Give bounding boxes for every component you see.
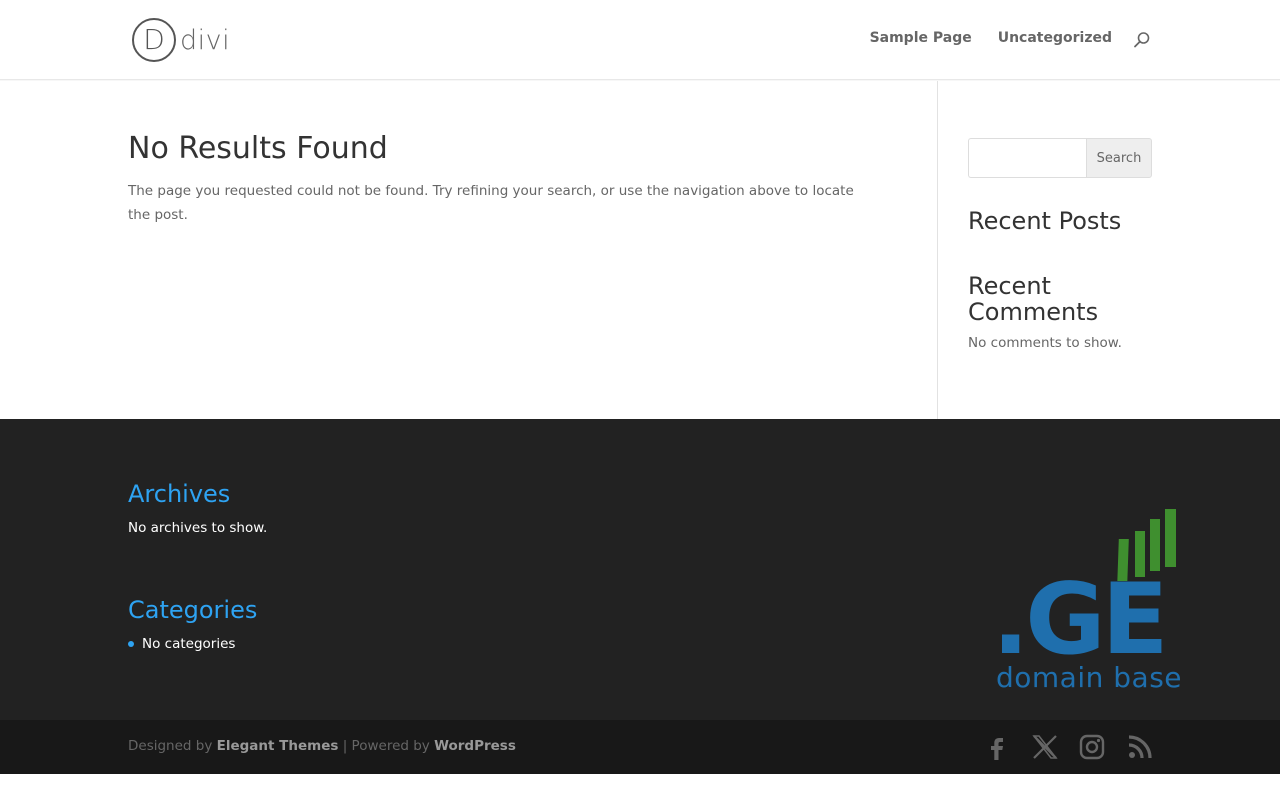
- logo-mark: D: [132, 18, 176, 62]
- logo-text: divi: [180, 24, 231, 56]
- categories-item-text: No categories: [142, 636, 236, 652]
- main-area: No Results Found The page you requested …: [0, 81, 1280, 419]
- search-icon[interactable]: [1133, 31, 1151, 49]
- nav-item-uncategorized[interactable]: Uncategorized: [998, 30, 1112, 46]
- nav-item-sample-page[interactable]: Sample Page: [870, 30, 972, 46]
- designed-by-text: Designed by: [128, 738, 217, 754]
- sidebar-search: Search: [968, 138, 1152, 178]
- rss-icon[interactable]: [1126, 733, 1154, 761]
- categories-list-item: No categories: [128, 636, 235, 652]
- instagram-icon[interactable]: [1078, 733, 1106, 761]
- bullet-icon: [128, 641, 134, 647]
- recent-comments-title: Recent Comments: [968, 272, 1099, 326]
- archives-title: Archives: [128, 480, 231, 508]
- site-header: D divi Sample Page Uncategorized: [0, 0, 1280, 80]
- page-title: No Results Found: [128, 131, 388, 166]
- brand-text: domain base: [996, 661, 1183, 694]
- recent-comments-text: No comments to show.: [968, 335, 1122, 351]
- sidebar-search-input[interactable]: [968, 138, 1086, 178]
- sidebar-divider: [937, 81, 938, 419]
- elegant-themes-link[interactable]: Elegant Themes: [217, 738, 339, 754]
- powered-by-text: | Powered by: [338, 738, 435, 754]
- categories-title: Categories: [128, 596, 258, 624]
- sidebar: Search Recent Posts Recent Comments No c…: [968, 138, 1152, 351]
- footer-widgets: Archives No archives to show. Categories…: [0, 419, 1280, 720]
- footer-bottom-bar: Designed by Elegant Themes | Powered by …: [0, 720, 1280, 774]
- facebook-icon[interactable]: [983, 733, 1011, 761]
- sidebar-search-button[interactable]: Search: [1086, 138, 1152, 178]
- x-icon[interactable]: [1031, 733, 1059, 761]
- recent-posts-title: Recent Posts: [968, 207, 1122, 235]
- wordpress-link[interactable]: WordPress: [434, 738, 516, 754]
- main-nav: Sample Page Uncategorized: [870, 30, 1112, 46]
- footer-credits: Designed by Elegant Themes | Powered by …: [128, 738, 516, 754]
- svg-text:.GE: .GE: [992, 563, 1165, 677]
- archives-text: No archives to show.: [128, 520, 268, 536]
- site-logo[interactable]: D divi: [132, 18, 230, 62]
- not-found-message: The page you requested could not be foun…: [128, 183, 854, 223]
